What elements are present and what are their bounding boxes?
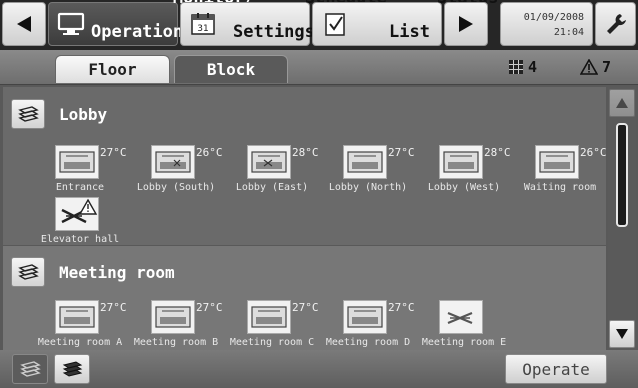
back-arrow-button[interactable] (2, 2, 46, 46)
unit-temperature: 27°C (292, 301, 319, 314)
warning-count: 7 (580, 58, 611, 76)
block-list: Lobby 27°C Entrance 26°C Lobby (South) 2… (3, 87, 606, 350)
unit-count-value: 4 (528, 58, 538, 76)
unit-temperature: 27°C (388, 301, 415, 314)
scroll-up-button[interactable] (609, 89, 635, 117)
unit-temperature: 28°C (484, 146, 511, 159)
calendar-icon: 31 (191, 13, 215, 35)
unit-temperature: 27°C (196, 301, 223, 314)
forward-arrow-button[interactable] (444, 2, 488, 46)
monitor-icon (57, 12, 85, 35)
unit-temperature: 27°C (100, 146, 127, 159)
unit-temperature: 26°C (196, 146, 223, 159)
group-header[interactable]: Meeting room (11, 257, 175, 287)
scrollbar[interactable] (608, 87, 636, 350)
group-layers-icon (11, 257, 45, 287)
group-lobby: Lobby 27°C Entrance 26°C Lobby (South) 2… (3, 87, 606, 245)
forward-arrow-icon (459, 16, 473, 32)
status-list-button[interactable]: Status List (312, 0, 498, 46)
clipboard-icon (325, 13, 345, 36)
monitor-operation-button[interactable]: Monitor/ Operation (48, 0, 255, 46)
unit-temperature: 27°C (388, 146, 415, 159)
operate-label: Operate (522, 359, 590, 379)
scroll-thumb[interactable] (616, 123, 628, 227)
tab-block[interactable]: Block (174, 55, 288, 83)
air-conditioner-icon (535, 145, 579, 179)
scroll-down-button[interactable] (609, 320, 635, 348)
collapse-groups-button[interactable] (12, 354, 48, 384)
tab-floor[interactable]: Floor (55, 55, 170, 83)
time-text: 21:04 (553, 27, 584, 38)
group-name: Meeting room (59, 262, 175, 282)
schedule-settings-button[interactable]: 31 Schedule Settings (180, 0, 387, 46)
error-unit-icon (55, 197, 99, 231)
air-conditioner-icon (247, 300, 291, 334)
air-conditioner-icon (439, 145, 483, 179)
unit-temperature: 27°C (100, 301, 127, 314)
view-tab-bar: Floor Block 4 7 (0, 50, 638, 85)
top-menu-bar: Monitor/ Operation 31 Schedule Settings (0, 0, 638, 50)
unit-temperature: 28°C (292, 146, 319, 159)
unit-name: Meeting room E (421, 337, 507, 348)
group-header[interactable]: Lobby (11, 99, 107, 129)
tab-block-label: Block (206, 60, 256, 79)
group-layers-icon (11, 99, 45, 129)
screen: Monitor/ Operation 31 Schedule Settings (0, 0, 638, 388)
unit-temperature: 26°C (580, 146, 606, 159)
layers-filled-icon (62, 361, 83, 377)
wrench-icon (606, 14, 626, 34)
date-text: 01/09/2008 (523, 12, 584, 23)
air-conditioner-icon (55, 145, 99, 179)
svg-text:31: 31 (197, 24, 208, 34)
group-meeting-room: Meeting room 27°C Meeting room A 27°C Me… (3, 246, 606, 350)
air-conditioner-icon (343, 300, 387, 334)
unit-count: 4 (508, 58, 537, 76)
air-conditioner-icon (151, 300, 195, 334)
back-arrow-icon (17, 16, 31, 32)
group-name: Lobby (59, 104, 108, 124)
air-conditioner-icon (151, 145, 195, 179)
date-time-display: 01/09/2008 21:04 (500, 2, 593, 46)
scroll-down-icon (616, 329, 628, 339)
maintenance-button[interactable] (595, 2, 636, 46)
air-conditioner-icon (343, 145, 387, 179)
operate-button[interactable]: Operate (505, 354, 607, 384)
scroll-up-icon (616, 98, 628, 108)
tab-floor-label: Floor (88, 60, 137, 79)
warning-triangle-icon (580, 59, 598, 75)
unit-off-icon (439, 300, 483, 334)
air-conditioner-icon (55, 300, 99, 334)
unit-name: Waiting room (523, 182, 597, 193)
layers-outline-icon (20, 361, 41, 377)
air-conditioner-icon (247, 145, 291, 179)
warning-count-value: 7 (602, 58, 612, 76)
grid-units-icon (509, 60, 523, 74)
expand-groups-button[interactable] (54, 354, 90, 384)
unit-name: Elevator hall (40, 234, 120, 245)
bottom-bar: Operate (0, 350, 638, 388)
